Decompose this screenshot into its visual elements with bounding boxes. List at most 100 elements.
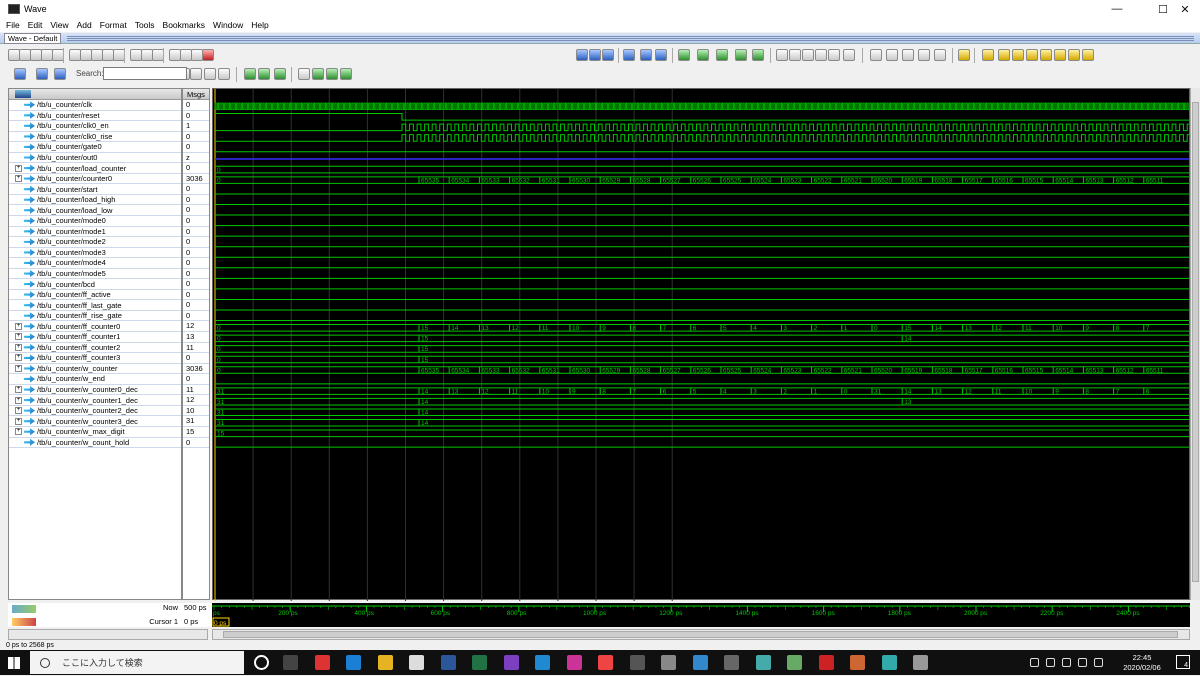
taskbar-clock[interactable]: 22:45 2020/02/06: [1118, 653, 1166, 673]
menu-add[interactable]: Add: [77, 20, 92, 30]
file-explorer-icon[interactable]: [377, 655, 393, 670]
step-icon[interactable]: [576, 49, 588, 61]
names-horizontal-scrollbar[interactable]: [8, 629, 208, 640]
timeline-canvas[interactable]: ps 200 ps 400 ps 600 ps 800 ps 1000 ps 1200 ps…: [212, 603, 1198, 627]
vertical-scroll-thumb[interactable]: [1192, 102, 1199, 582]
delete-icon[interactable]: [202, 49, 214, 61]
signal-row[interactable]: + /tb/u_counter/ff_counter1: [9, 332, 181, 343]
mail-icon[interactable]: [409, 655, 424, 670]
signal-row[interactable]: + /tb/u_counter/w_counter2_dec: [9, 406, 181, 417]
wave-cmp-4-icon[interactable]: [735, 49, 747, 61]
menu-tools[interactable]: Tools: [135, 20, 155, 30]
break-icon[interactable]: [655, 49, 667, 61]
step-over-icon[interactable]: [589, 49, 601, 61]
app-icon-orange[interactable]: [850, 655, 865, 670]
expand-icon[interactable]: +: [15, 396, 22, 404]
signal-row[interactable]: /tb/u_counter/w_end: [9, 374, 181, 385]
windows-start-icon[interactable]: [8, 657, 20, 669]
wave-cmp-5-icon[interactable]: [752, 49, 764, 61]
signal-row[interactable]: /tb/u_counter/bcd: [9, 279, 181, 290]
signal-row[interactable]: /tb/u_counter/ff_rise_gate: [9, 311, 181, 322]
zoom-cursor-icon[interactable]: [815, 49, 827, 61]
menu-window[interactable]: Window: [213, 20, 243, 30]
search-go-icon[interactable]: [190, 68, 202, 80]
menu-bookmarks[interactable]: Bookmarks: [163, 20, 206, 30]
word-icon[interactable]: [440, 655, 456, 670]
cursor-prev-icon[interactable]: [982, 49, 994, 61]
zoom-full-icon[interactable]: [802, 49, 814, 61]
cortana-icon[interactable]: [254, 655, 269, 670]
edge-rise-icon[interactable]: [1054, 49, 1066, 61]
app-icon-blue[interactable]: [692, 655, 708, 670]
excel-icon[interactable]: [472, 655, 487, 670]
zoom-out-icon[interactable]: [789, 49, 801, 61]
tray-ime-icon[interactable]: [1078, 658, 1087, 667]
menu-format[interactable]: Format: [100, 20, 127, 30]
waveform-canvas[interactable]: 00 65535 65534 65533 65532 65531 65530 65529 655…: [213, 89, 1192, 601]
search-next-icon[interactable]: [218, 68, 230, 80]
app-icon-red[interactable]: [598, 655, 613, 670]
wave-insert-icon[interactable]: [934, 49, 946, 61]
waveform-vertical-scrollbar[interactable]: [1190, 88, 1200, 600]
menu-file[interactable]: File: [6, 20, 20, 30]
trans-2-icon[interactable]: [258, 68, 270, 80]
edge-icon[interactable]: [346, 655, 361, 670]
task-view-icon[interactable]: [283, 655, 298, 670]
signal-row[interactable]: /tb/u_counter/clk0_en: [9, 121, 181, 132]
app-icon-green[interactable]: [787, 655, 802, 670]
zoom-region-icon[interactable]: [828, 49, 840, 61]
expand-icon[interactable]: +: [15, 175, 22, 183]
modelsim-icon[interactable]: [913, 655, 928, 670]
step-out-icon[interactable]: [602, 49, 614, 61]
app-icon-red2[interactable]: [818, 655, 834, 670]
app-icon-cyan[interactable]: [881, 655, 897, 670]
signal-row[interactable]: + /tb/u_counter/ff_counter2: [9, 343, 181, 354]
search-input[interactable]: [103, 67, 187, 80]
expand-icon[interactable]: +: [15, 428, 22, 436]
expand-icon[interactable]: +: [15, 407, 22, 415]
search-prev-icon[interactable]: [204, 68, 216, 80]
trans-5-icon[interactable]: [312, 68, 324, 80]
app-icon-gray[interactable]: [661, 655, 676, 670]
timeline-ruler[interactable]: ps 200 ps 400 ps 600 ps 800 ps 1000 ps 1200 ps…: [212, 603, 1198, 627]
signal-row[interactable]: + /tb/u_counter/w_counter0_dec: [9, 385, 181, 396]
waveform-pane[interactable]: 0 0 65535 65534 65533 65532 65531 65530 65529 655…: [212, 88, 1192, 601]
signal-row[interactable]: /tb/u_counter/reset: [9, 111, 181, 122]
calculator-icon[interactable]: [629, 655, 645, 670]
signal-row[interactable]: + /tb/u_counter/ff_counter3: [9, 353, 181, 364]
cursor-next-icon[interactable]: [998, 49, 1010, 61]
chrome-icon[interactable]: [314, 655, 330, 670]
app-icon-teal[interactable]: [755, 655, 771, 670]
vscode-icon[interactable]: [535, 655, 550, 670]
expand-icon[interactable]: +: [15, 333, 22, 341]
tray-chevron-icon[interactable]: [1030, 658, 1039, 667]
edge-prev-icon[interactable]: [1012, 49, 1024, 61]
zoom-mode-icon[interactable]: [886, 49, 898, 61]
signal-row[interactable]: /tb/u_counter/mode4: [9, 258, 181, 269]
edge-fall-icon[interactable]: [1040, 49, 1052, 61]
trans-6-icon[interactable]: [326, 68, 338, 80]
wave-prev-icon[interactable]: [14, 68, 26, 80]
signal-row[interactable]: + /tb/u_counter/w_counter3_dec: [9, 416, 181, 427]
tray-lang-icon[interactable]: [1094, 658, 1103, 667]
notification-icon[interactable]: 4: [1176, 655, 1190, 669]
app-icon-dark[interactable]: [724, 655, 739, 670]
visual-studio-icon[interactable]: [503, 655, 519, 670]
signal-row[interactable]: /tb/u_counter/mode5: [9, 269, 181, 280]
waveform-horizontal-scrollbar[interactable]: [212, 629, 1190, 640]
signal-row[interactable]: + /tb/u_counter/counter0: [9, 174, 181, 185]
horizontal-scroll-thumb[interactable]: [223, 631, 1178, 638]
close-button[interactable]: ✕: [1170, 0, 1200, 18]
signal-row[interactable]: /tb/u_counter/mode2: [9, 237, 181, 248]
minimize-button[interactable]: —: [1094, 0, 1140, 18]
expand-icon[interactable]: +: [15, 164, 22, 172]
tray-volume-icon[interactable]: [1062, 658, 1071, 667]
wave-cmp-3-icon[interactable]: [716, 49, 728, 61]
expand-icon[interactable]: +: [15, 364, 22, 372]
expand-icon[interactable]: +: [15, 343, 22, 351]
cursor-mode-icon[interactable]: [902, 49, 914, 61]
signal-row[interactable]: /tb/u_counter/ff_last_gate: [9, 300, 181, 311]
edge-any-icon[interactable]: [1068, 49, 1080, 61]
signal-row[interactable]: + /tb/u_counter/w_counter1_dec: [9, 395, 181, 406]
signal-row[interactable]: /tb/u_counter/gate0: [9, 142, 181, 153]
